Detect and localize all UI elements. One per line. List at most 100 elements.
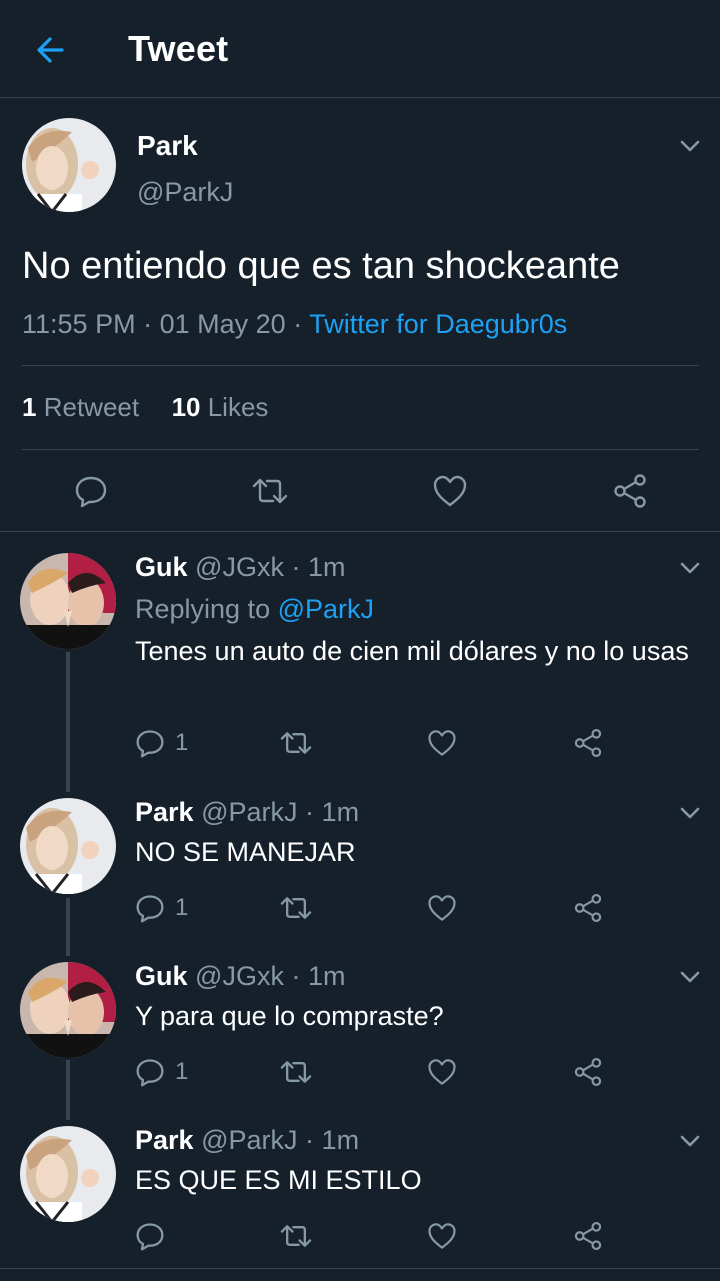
tweet-menu-button[interactable] (676, 963, 704, 991)
retweet-button[interactable] (279, 1056, 313, 1088)
chevron-down-icon (680, 971, 700, 983)
tweet-menu-button[interactable] (676, 799, 704, 827)
share-icon (574, 1058, 602, 1086)
like-button[interactable] (427, 1220, 457, 1252)
retweet-icon (252, 478, 288, 504)
reply-text: NO SE MANEJAR (135, 837, 356, 867)
reply-icon (136, 895, 164, 923)
author-name[interactable]: Park (135, 797, 194, 827)
retweet-label: Retweet (43, 392, 140, 422)
page-title: Tweet (128, 28, 229, 69)
share-button[interactable] (573, 892, 603, 924)
reply-header: Park @ParkJ · 1m (135, 1125, 359, 1156)
author-handle[interactable]: @ParkJ (137, 177, 233, 208)
like-button[interactable] (427, 727, 457, 759)
retweet-button[interactable] (279, 727, 313, 759)
share-button[interactable] (611, 472, 649, 510)
avatar[interactable] (22, 118, 116, 212)
reply-header: Guk @JGxk · 1m (135, 961, 346, 992)
tweet-menu-button[interactable] (676, 554, 704, 582)
retweet-button[interactable] (251, 472, 289, 510)
retweet-count: 1 (22, 392, 37, 422)
share-button[interactable] (573, 1056, 603, 1088)
mention-link[interactable]: @ParkJ (278, 594, 374, 624)
avatar[interactable] (20, 1126, 116, 1222)
meta-separator: · (143, 309, 160, 339)
reply-count: 1 (175, 729, 189, 756)
avatar[interactable] (20, 553, 116, 649)
reply-button[interactable]: 1 (135, 1056, 188, 1088)
chevron-down-icon (680, 140, 700, 152)
share-button[interactable] (573, 727, 603, 759)
section-divider (0, 531, 720, 532)
like-button[interactable] (427, 892, 457, 924)
retweets-stat[interactable]: 1 Retweet (22, 392, 139, 422)
reply-tweet[interactable]: Park @ParkJ · 1m NO SE MANEJAR 1 (0, 790, 720, 950)
like-icon (428, 1223, 456, 1249)
avatar[interactable] (20, 962, 116, 1058)
reply-header: Park @ParkJ · 1m (135, 797, 359, 828)
reply-time: 1m (307, 961, 346, 991)
replying-to: Replying to @ParkJ (135, 594, 374, 625)
tweet-stats: 1 Retweet 10 Likes (22, 392, 268, 423)
author-name[interactable]: Guk (135, 961, 188, 991)
author-name[interactable]: Guk (135, 552, 188, 582)
like-count: 10 (171, 392, 201, 422)
reply-button[interactable]: 1 (135, 892, 188, 924)
meta-separator: · (291, 552, 301, 582)
retweet-icon (280, 897, 312, 919)
reply-tweet[interactable]: Guk @JGxk · 1m Y para que lo compraste? … (0, 954, 720, 1114)
tweet-text: No entiendo que es tan shockeante (22, 245, 620, 287)
reply-action-bar (0, 1220, 720, 1260)
divider (22, 449, 699, 450)
like-button[interactable] (431, 472, 469, 510)
retweet-icon (280, 1225, 312, 1247)
top-bar: Tweet (0, 0, 720, 98)
retweet-button[interactable] (279, 892, 313, 924)
like-icon (428, 1059, 456, 1085)
reply-button[interactable] (135, 1220, 175, 1252)
share-icon (574, 894, 602, 922)
author-handle[interactable]: @JGxk (195, 552, 284, 582)
arrow-left-icon (37, 37, 64, 63)
retweet-button[interactable] (279, 1220, 313, 1252)
meta-separator: · (305, 1125, 315, 1155)
avatar[interactable] (20, 798, 116, 894)
tweet-date: 01 May 20 (159, 309, 286, 339)
tweet-action-bar (0, 462, 720, 518)
replying-to-label: Replying to (135, 594, 271, 624)
like-icon (428, 730, 456, 756)
author-handle[interactable]: @ParkJ (201, 797, 297, 827)
like-icon (428, 895, 456, 921)
reply-text: ES QUE ES MI ESTILO (135, 1165, 422, 1195)
tweet-menu-button[interactable] (676, 132, 704, 160)
reply-icon (136, 1059, 164, 1087)
share-button[interactable] (573, 1220, 603, 1252)
tweet-source-link[interactable]: Twitter for Daegubr0s (309, 309, 567, 339)
reply-text: Tenes un auto de cien mil dólares y no l… (135, 636, 689, 666)
tweet-menu-button[interactable] (676, 1127, 704, 1155)
retweet-icon (280, 732, 312, 754)
tweet-time: 11:55 PM (22, 309, 136, 339)
meta-separator: · (305, 797, 315, 827)
likes-stat[interactable]: 10 Likes (172, 392, 269, 422)
meta-separator: · (291, 961, 301, 991)
tweet-meta: 11:55 PM · 01 May 20 · Twitter for Daegu… (22, 309, 567, 340)
reply-tweet[interactable]: Guk @JGxk · 1m Replying to @ParkJ Tenes … (0, 545, 720, 785)
back-button[interactable] (30, 30, 70, 70)
author-handle[interactable]: @ParkJ (201, 1125, 297, 1155)
reply-text: Y para que lo compraste? (135, 1001, 444, 1031)
reply-tweet[interactable]: Park @ParkJ · 1m ES QUE ES MI ESTILO (0, 1118, 720, 1268)
reply-icon (136, 730, 164, 758)
reply-action-bar: 1 (0, 727, 720, 767)
reply-button[interactable]: 1 (135, 727, 188, 759)
reply-button[interactable] (72, 472, 110, 510)
author-handle[interactable]: @JGxk (195, 961, 284, 991)
reply-count: 1 (175, 894, 189, 921)
share-icon (574, 729, 602, 757)
like-button[interactable] (427, 1056, 457, 1088)
reply-action-bar: 1 (0, 892, 720, 932)
author-name[interactable]: Park (137, 130, 198, 162)
author-name[interactable]: Park (135, 1125, 194, 1155)
section-divider (0, 1268, 720, 1269)
